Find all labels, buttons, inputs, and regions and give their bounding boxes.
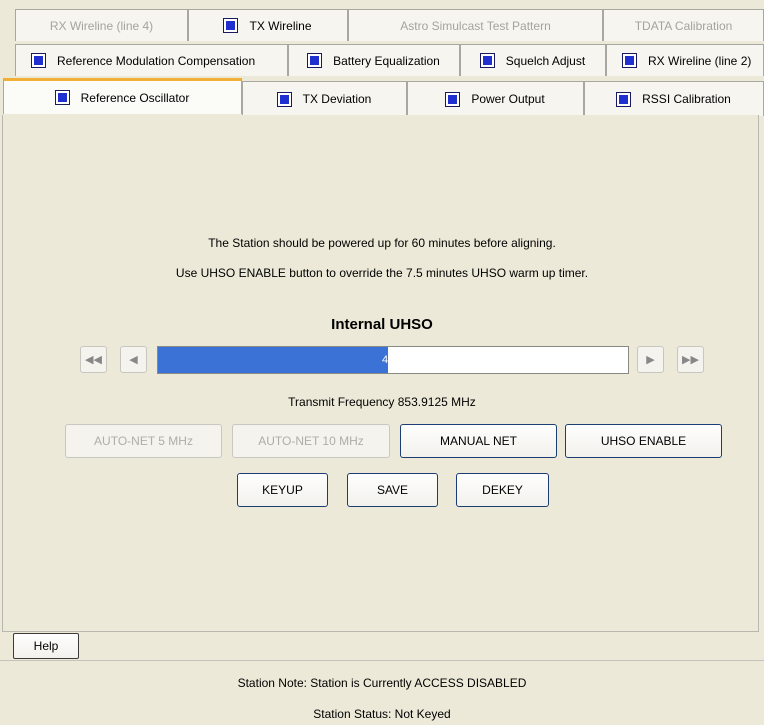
- station-status: Station Status: Not Keyed: [313, 707, 451, 721]
- footer-divider: [0, 660, 764, 661]
- tab-tx-wireline[interactable]: TX Wireline: [188, 9, 348, 41]
- dekey-button[interactable]: DEKEY: [456, 473, 549, 507]
- save-button[interactable]: SAVE: [347, 473, 438, 507]
- tab-label: Battery Equalization: [333, 53, 440, 68]
- tab-battery-equalization[interactable]: Battery Equalization: [288, 44, 460, 76]
- step-back-icon[interactable]: ◀: [120, 346, 147, 373]
- blue-square-icon: [307, 53, 323, 68]
- tab-label: RX Wireline (line 2): [648, 53, 752, 68]
- tab-squelch-adjust[interactable]: Squelch Adjust: [460, 44, 606, 76]
- fast-rewind-icon[interactable]: ◀◀: [80, 346, 107, 373]
- blue-square-icon: [31, 53, 46, 68]
- tab-astro-simulcast-test-pattern[interactable]: Astro Simulcast Test Pattern: [348, 9, 603, 41]
- blue-square-icon: [276, 91, 292, 107]
- manual-net-button[interactable]: MANUAL NET: [400, 424, 557, 458]
- instruction-text-2: Use UHSO ENABLE button to override the 7…: [175, 266, 589, 280]
- tab-rx-wireline-line-2[interactable]: RX Wireline (line 2): [606, 44, 764, 76]
- tab-rx-wireline-line-4[interactable]: RX Wireline (line 4): [15, 9, 188, 41]
- tab-label: TX Deviation: [302, 92, 372, 106]
- uhso-enable-button[interactable]: UHSO ENABLE: [565, 424, 722, 458]
- tab-label: Squelch Adjust: [505, 53, 586, 68]
- tab-rssi-calibration[interactable]: RSSI Calibration: [584, 81, 764, 116]
- instruction-text-1: The Station should be powered up for 60 …: [208, 236, 556, 250]
- station-note: Station Note: Station is Currently ACCES…: [237, 676, 527, 690]
- tab-row-2: Reference Modulation Compensation Batter…: [0, 44, 764, 78]
- section-title: Internal UHSO: [331, 316, 433, 333]
- transmit-frequency: Transmit Frequency 853.9125 MHz: [288, 395, 476, 409]
- tab-reference-oscillator[interactable]: Reference Oscillator: [3, 78, 242, 114]
- step-forward-icon[interactable]: ▶: [637, 346, 664, 373]
- help-button[interactable]: Help: [13, 633, 79, 659]
- blue-square-icon: [622, 53, 637, 68]
- auto-net-10mhz-button[interactable]: AUTO-NET 10 MHz: [232, 424, 390, 458]
- tab-label: Reference Modulation Compensation: [57, 53, 256, 68]
- blue-square-icon: [616, 91, 632, 107]
- tab-tdata-calibration[interactable]: TDATA Calibration: [603, 9, 764, 41]
- tab-label: TX Wireline: [249, 18, 312, 33]
- tab-label: Astro Simulcast Test Pattern: [400, 18, 551, 33]
- tab-label: RX Wireline (line 4): [49, 18, 154, 33]
- tab-reference-modulation-compensation[interactable]: Reference Modulation Compensation: [15, 44, 288, 76]
- tab-power-output[interactable]: Power Output: [407, 81, 584, 116]
- blue-square-icon: [54, 90, 70, 105]
- tab-label: Reference Oscillator: [80, 90, 190, 105]
- keyup-button[interactable]: KEYUP: [237, 473, 328, 507]
- tab-label: TDATA Calibration: [634, 18, 733, 33]
- tab-row-3: Reference Oscillator TX Deviation Power …: [0, 78, 764, 116]
- auto-net-5mhz-button[interactable]: AUTO-NET 5 MHz: [65, 424, 222, 458]
- tab-tx-deviation[interactable]: TX Deviation: [242, 81, 407, 116]
- fast-forward-icon[interactable]: ▶▶: [677, 346, 704, 373]
- uhso-progress-bar: 49%: [157, 346, 629, 374]
- blue-square-icon: [445, 91, 461, 107]
- blue-square-icon: [479, 53, 495, 68]
- blue-square-icon: [223, 18, 239, 33]
- tab-label: RSSI Calibration: [642, 92, 731, 106]
- tab-row-1: RX Wireline (line 4) TX Wireline Astro S…: [0, 9, 764, 43]
- progress-label: 49%: [381, 354, 405, 366]
- tab-label: Power Output: [471, 92, 545, 106]
